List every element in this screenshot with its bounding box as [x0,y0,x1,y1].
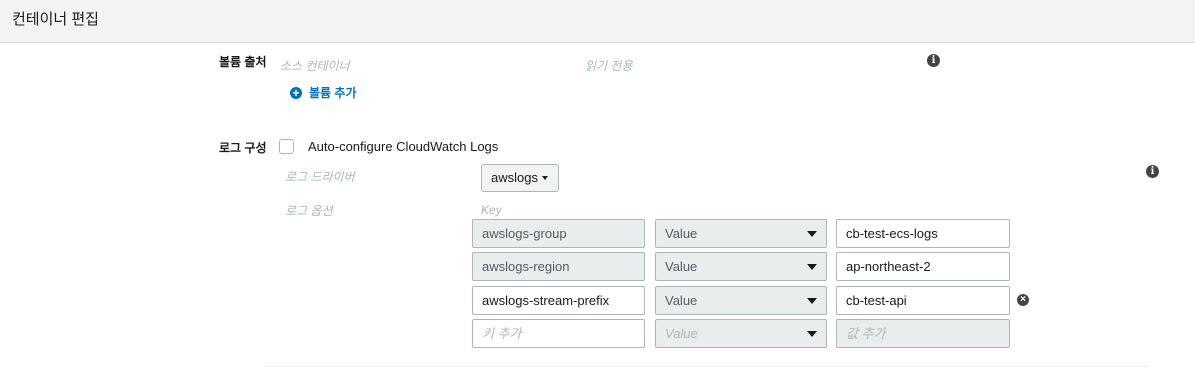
page-header: 컨테이너 편집 [0,0,1195,43]
log-option-type-value: Value [665,226,698,241]
log-option-value-input[interactable]: cb-test-ecs-logs [836,219,1010,248]
log-option-type-select[interactable]: Value [655,219,827,248]
source-container-column-label: 소스 컨테이너 [280,59,350,73]
new-option-value-input[interactable]: 값 추가 [836,319,1010,348]
page-title: 컨테이너 편집 [12,11,99,28]
log-option-value-input[interactable]: cb-test-api [836,286,1010,315]
new-option-type-select[interactable]: Value [655,319,827,348]
log-driver-label: 로그 드라이버 [285,170,355,184]
chevron-down-icon [807,231,817,237]
log-option-key: awslogs-region [472,252,645,281]
new-option-key-input[interactable]: 키 추가 [472,319,645,348]
log-driver-value: awslogs [491,170,538,185]
log-driver-dropdown[interactable]: awslogs [481,164,559,192]
log-option-type-value: Value [665,293,698,308]
log-option-type-select[interactable]: Value [655,252,827,281]
info-icon[interactable]: i [927,54,940,67]
chevron-down-icon [807,298,817,304]
autoconfigure-cloudwatch-label[interactable]: Auto-configure CloudWatch Logs [308,139,498,154]
section-divider [265,366,1148,367]
volumes-from-label: 볼륨 출처 [219,55,267,69]
autoconfigure-cloudwatch-checkbox[interactable] [279,139,294,154]
add-volume-button[interactable]: + 볼륨 추가 [290,84,357,101]
chevron-down-icon [807,331,817,337]
new-option-type-placeholder: Value [665,326,698,341]
caret-down-icon [542,176,548,180]
log-options-label: 로그 옵션 [285,204,333,218]
log-option-type-select[interactable]: Value [655,286,827,315]
info-icon[interactable]: i [1146,165,1159,178]
log-configuration-label: 로그 구성 [219,141,267,155]
log-option-key-input[interactable]: awslogs-stream-prefix [472,286,645,315]
key-column-header: Key [481,203,502,217]
plus-circle-icon: + [290,86,302,99]
readonly-column-label: 읽기 전용 [585,59,633,73]
log-option-value-input[interactable]: ap-northeast-2 [836,252,1010,281]
log-option-type-value: Value [665,259,698,274]
log-option-key: awslogs-group [472,219,645,248]
chevron-down-icon [807,264,817,270]
add-volume-label: 볼륨 추가 [309,86,357,100]
remove-circle-icon[interactable]: × [1017,294,1029,306]
